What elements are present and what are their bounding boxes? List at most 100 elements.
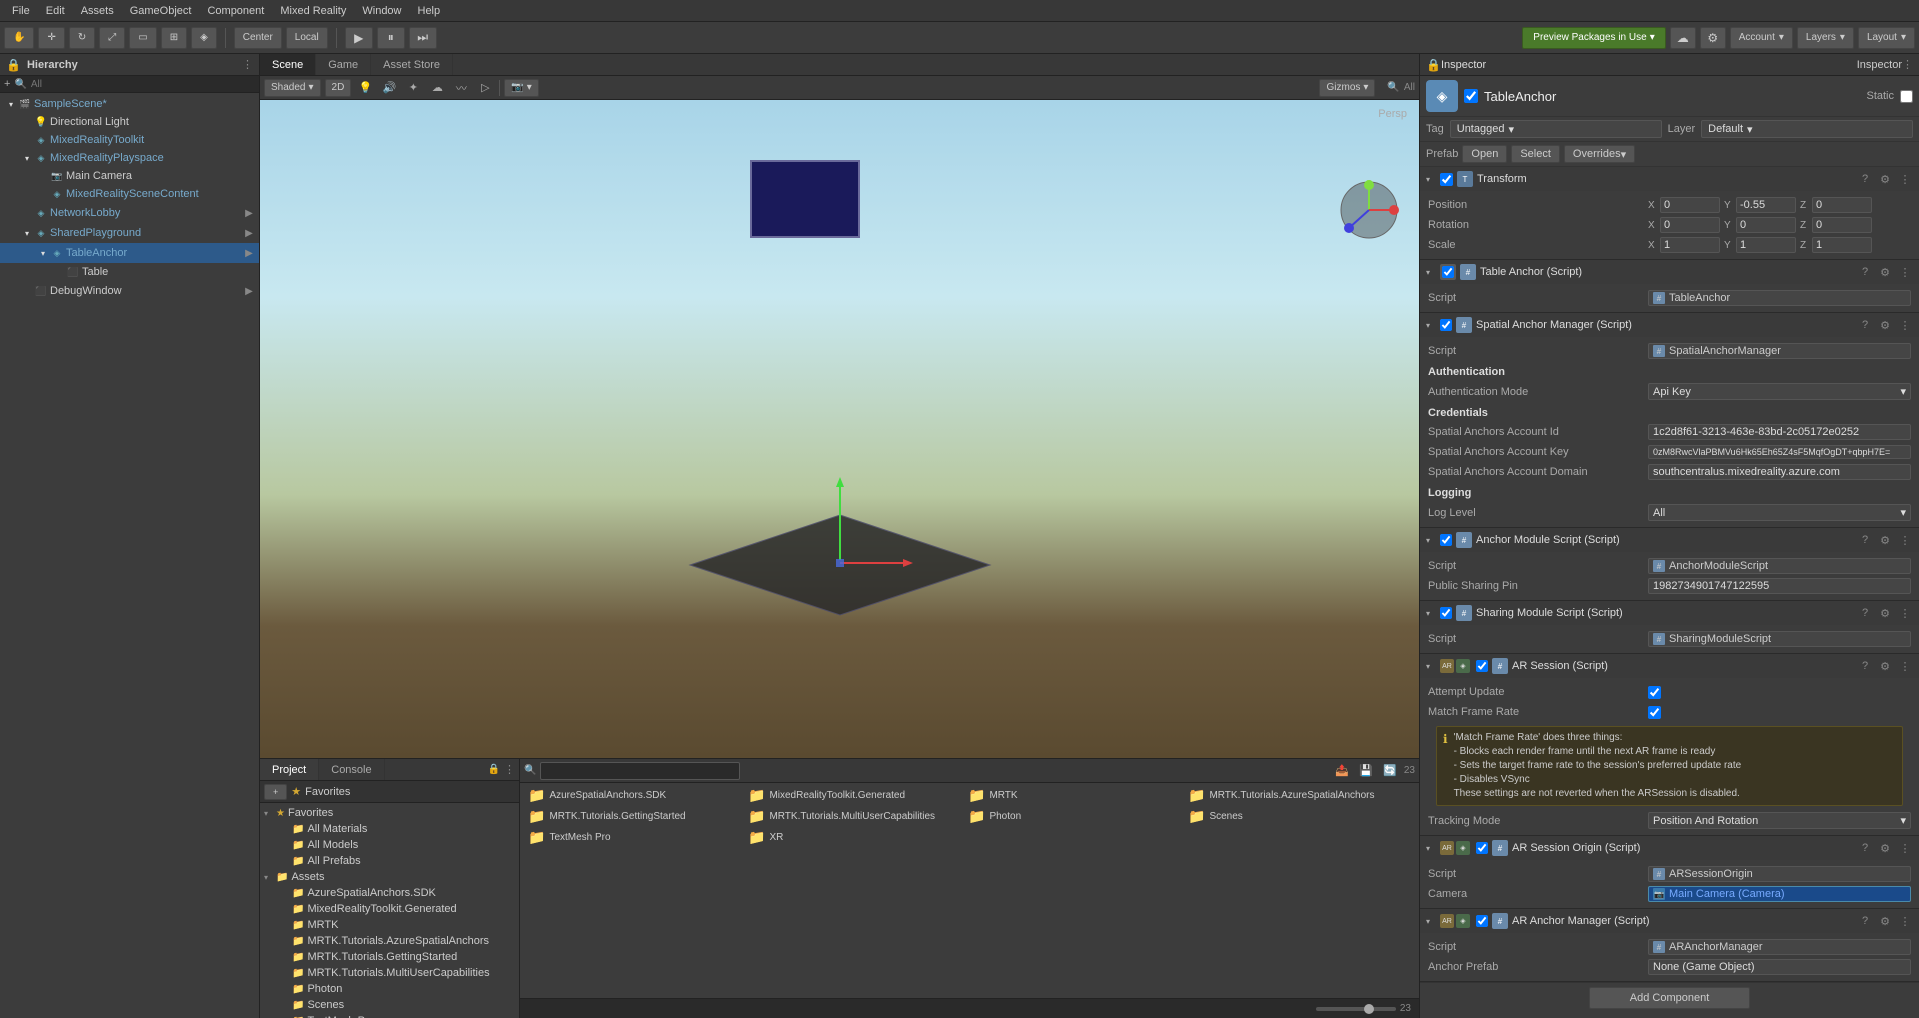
- layers-dropdown[interactable]: Layers ▾: [1797, 27, 1854, 49]
- sa-key-value[interactable]: 0zM8RwcVlaPBMVu6Hk65Eh65Z4sF5MqfOgDT+qbp…: [1648, 445, 1911, 459]
- asset-textmesh[interactable]: 📁 TextMesh Pro: [522, 827, 742, 848]
- sam-info-btn[interactable]: ?: [1857, 317, 1873, 333]
- asset-scenes[interactable]: 📁 Scenes: [1182, 806, 1402, 827]
- ta-enabled-check[interactable]: [1442, 266, 1454, 278]
- slider-thumb[interactable]: [1364, 1004, 1374, 1014]
- static-checkbox[interactable]: [1900, 90, 1913, 103]
- assets-save-btn[interactable]: 💾: [1356, 762, 1376, 780]
- inspector-lock-icon[interactable]: 🔒: [1426, 58, 1441, 72]
- menu-mixed-reality[interactable]: Mixed Reality: [272, 3, 354, 19]
- hier-maincam[interactable]: 📷 Main Camera: [0, 167, 259, 185]
- rect-tool-btn[interactable]: ▭: [129, 27, 156, 49]
- mrlp-arrow[interactable]: ▾: [20, 151, 34, 165]
- proj-mrtk-getting[interactable]: 📁 MRTK.Tutorials.GettingStarted: [260, 949, 519, 965]
- 2d-btn[interactable]: 2D: [325, 79, 352, 97]
- scene-tab[interactable]: Scene: [260, 54, 316, 75]
- sam-settings-btn[interactable]: ⚙: [1877, 317, 1893, 333]
- asset-photon[interactable]: 📁 Photon: [962, 806, 1182, 827]
- proj-photon[interactable]: 📁 Photon: [260, 981, 519, 997]
- tracking-mode-dropdown[interactable]: Position And Rotation ▾: [1648, 812, 1911, 829]
- audio-icon[interactable]: 🔊: [379, 79, 399, 97]
- proj-all-models[interactable]: 📁 All Models: [260, 837, 519, 853]
- add-icon[interactable]: +: [4, 78, 10, 90]
- scale-tool-btn[interactable]: ⤢: [99, 27, 125, 49]
- local-btn[interactable]: Local: [286, 27, 328, 49]
- menu-gameobject[interactable]: GameObject: [122, 3, 200, 19]
- aram-settings-btn[interactable]: ⚙: [1877, 913, 1893, 929]
- sa-domain-value[interactable]: southcentralus.mixedreality.azure.com: [1648, 464, 1911, 480]
- hier-mrlp[interactable]: ▾ ◈ MixedRealityPlayspace: [0, 149, 259, 167]
- ta-settings-btn[interactable]: ⚙: [1877, 264, 1893, 280]
- ams-settings-btn[interactable]: ⚙: [1877, 532, 1893, 548]
- project-more-icon[interactable]: ⋮: [504, 763, 515, 776]
- match-frame-check[interactable]: [1648, 706, 1661, 719]
- multi-tool-btn[interactable]: ⊞: [161, 27, 187, 49]
- auth-mode-dropdown[interactable]: Api Key ▾: [1648, 383, 1911, 400]
- ta-more-btn[interactable]: ⋮: [1897, 264, 1913, 280]
- arso-settings-btn[interactable]: ⚙: [1877, 840, 1893, 856]
- render-mode-dropdown[interactable]: 📷 ▾: [504, 79, 538, 97]
- scene-viewport[interactable]: Persp Y X: [260, 100, 1419, 758]
- console-tab[interactable]: Console: [319, 759, 384, 780]
- hier-mrsc[interactable]: ◈ MixedRealitySceneContent: [0, 185, 259, 203]
- tableanchor-more-btn[interactable]: ▶: [241, 245, 257, 261]
- netlobby-more-btn[interactable]: ▶: [241, 205, 257, 221]
- hier-shared[interactable]: ▾ ◈ SharedPlayground ▶: [0, 223, 259, 243]
- transform-info-btn[interactable]: ?: [1857, 171, 1873, 187]
- hier-scene[interactable]: ▾ 🎬 SampleScene*: [0, 95, 259, 113]
- menu-component[interactable]: Component: [199, 3, 272, 19]
- proj-mrtk-azure[interactable]: 📁 MRTK.Tutorials.AzureSpatialAnchors: [260, 933, 519, 949]
- hierarchy-more-icon[interactable]: ⋮: [242, 58, 253, 71]
- log-level-dropdown[interactable]: All ▾: [1648, 504, 1911, 521]
- sms-enabled-check[interactable]: [1440, 607, 1452, 619]
- asset-xr[interactable]: 📁 XR: [742, 827, 962, 848]
- menu-file[interactable]: File: [4, 3, 38, 19]
- asset-mrtk-azure[interactable]: 📁 MRTK.Tutorials.AzureSpatialAnchors: [1182, 785, 1402, 806]
- hier-table[interactable]: ⬛ Table: [0, 263, 259, 281]
- shared-arrow[interactable]: ▾: [20, 226, 34, 240]
- proj-mrtkgen[interactable]: 📁 MixedRealityToolkit.Generated: [260, 901, 519, 917]
- ars-enabled-check[interactable]: [1476, 660, 1488, 672]
- scale-z-input[interactable]: [1812, 237, 1872, 253]
- proj-scenes[interactable]: 📁 Scenes: [260, 997, 519, 1013]
- proj-all-materials[interactable]: 📁 All Materials: [260, 821, 519, 837]
- hierarchy-lock-icon[interactable]: 🔒: [6, 58, 21, 72]
- pos-x-input[interactable]: [1660, 197, 1720, 213]
- asset-mrtk-getting[interactable]: 📁 MRTK.Tutorials.GettingStarted: [522, 806, 742, 827]
- assets-search-input[interactable]: [540, 762, 740, 780]
- move-tool-btn[interactable]: ✛: [38, 27, 64, 49]
- sam-more-btn[interactable]: ⋮: [1897, 317, 1913, 333]
- pause-btn[interactable]: ⏸: [377, 27, 405, 49]
- sms-info-btn[interactable]: ?: [1857, 605, 1873, 621]
- ta-info-btn[interactable]: ?: [1857, 264, 1873, 280]
- proj-textmesh[interactable]: 📁 TextMesh Pro: [260, 1013, 519, 1018]
- proj-all-prefabs[interactable]: 📁 All Prefabs: [260, 853, 519, 869]
- rotate-tool-btn[interactable]: ↻: [69, 27, 95, 49]
- proj-assets[interactable]: ▾ 📁 Assets: [260, 869, 519, 885]
- aram-info-btn[interactable]: ?: [1857, 913, 1873, 929]
- asset-store-tab[interactable]: Asset Store: [371, 54, 453, 75]
- asset-mrtkgen[interactable]: 📁 MixedRealityToolkit.Generated: [742, 785, 962, 806]
- anim-icon[interactable]: ▷: [475, 79, 495, 97]
- layout-dropdown[interactable]: Layout ▾: [1858, 27, 1915, 49]
- shared-more-btn[interactable]: ▶: [241, 225, 257, 241]
- aram-header[interactable]: ▾ AR ◈ # AR Anchor Manager (Script) ? ⚙ …: [1420, 909, 1919, 933]
- scene-arrow[interactable]: ▾: [4, 97, 18, 111]
- proj-mrtk-multi[interactable]: 📁 MRTK.Tutorials.MultiUserCapabilities: [260, 965, 519, 981]
- transform-header[interactable]: ▾ T Transform ? ⚙ ⋮: [1420, 167, 1919, 191]
- ars-more-btn[interactable]: ⋮: [1897, 658, 1913, 674]
- pin-value[interactable]: 1982734901747122595: [1648, 578, 1911, 594]
- lighting-icon[interactable]: 💡: [355, 79, 375, 97]
- open-btn[interactable]: Open: [1462, 145, 1507, 163]
- table-anchor-header[interactable]: ▾ # Table Anchor (Script) ? ⚙ ⋮: [1420, 260, 1919, 284]
- proj-mrtk[interactable]: 📁 MRTK: [260, 917, 519, 933]
- hier-netlobby[interactable]: ◈ NetworkLobby ▶: [0, 203, 259, 223]
- play-btn[interactable]: ▶: [345, 27, 373, 49]
- debug-more-btn[interactable]: ▶: [241, 283, 257, 299]
- ams-more-btn[interactable]: ⋮: [1897, 532, 1913, 548]
- aram-more-btn[interactable]: ⋮: [1897, 913, 1913, 929]
- account-dropdown[interactable]: Account ▾: [1730, 27, 1793, 49]
- arso-header[interactable]: ▾ AR ◈ # AR Session Origin (Script) ? ⚙ …: [1420, 836, 1919, 860]
- tag-dropdown[interactable]: Untagged ▾: [1450, 120, 1662, 138]
- camera-ref[interactable]: 📷 Main Camera (Camera): [1648, 886, 1911, 902]
